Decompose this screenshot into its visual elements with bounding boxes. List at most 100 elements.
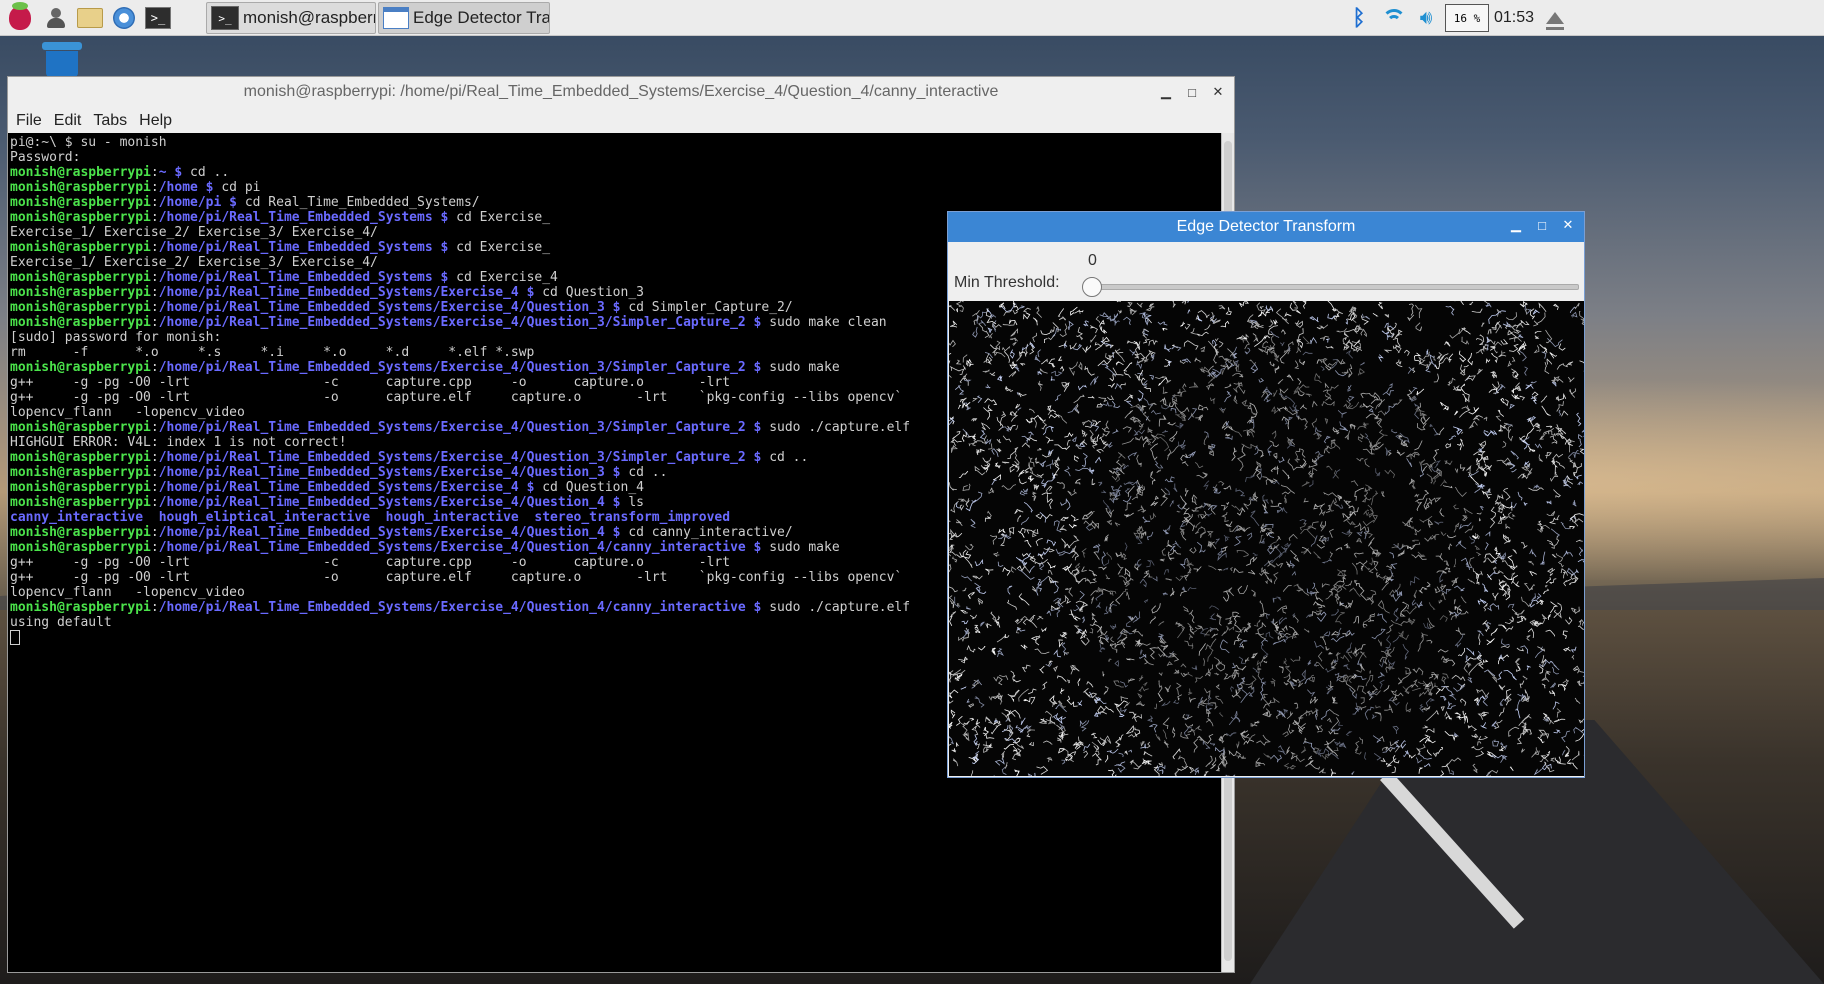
prompt-user: monish@raspberrypi: [10, 300, 151, 315]
prompt-path: /home/pi/Real_Time_Embedded_Systems/Exer…: [158, 450, 770, 465]
output-text: g++ -g -pg -O0 -lrt -c capture.cpp -o ca…: [10, 555, 731, 570]
prompt-path: /home/pi/Real_Time_Embedded_Systems/Exer…: [158, 465, 629, 480]
prompt-user: monish@raspberrypi: [10, 480, 151, 495]
threshold-slider[interactable]: [1082, 277, 1579, 297]
output-text: Exercise_1/ Exercise_2/ Exercise_3/ Exer…: [10, 255, 378, 270]
prompt-user: monish@raspberrypi: [10, 180, 151, 195]
prompt-path: /home/pi/Real_Time_Embedded_Systems/Exer…: [158, 420, 770, 435]
menu-help[interactable]: Help: [139, 112, 172, 130]
terminal-line: Password:: [10, 150, 1220, 165]
user-icon: [45, 8, 67, 28]
trash-bin: [46, 51, 78, 77]
output-text: lopencv_flann -lopencv_video: [10, 585, 245, 600]
trash-desktop-icon[interactable]: [42, 42, 82, 77]
prompt-user: monish@raspberrypi: [10, 495, 151, 510]
command-text: cd ..: [190, 165, 230, 180]
taskbar-task-edge-detector[interactable]: Edge Detector Transf...: [378, 2, 550, 34]
window-icon: [383, 7, 409, 29]
close-icon[interactable]: ✕: [1560, 217, 1576, 233]
bluetooth-icon: ᛒ: [1352, 5, 1366, 30]
threshold-label: Min Threshold:: [954, 274, 1060, 291]
window-title[interactable]: monish@raspberrypi: /home/pi/Real_Time_E…: [8, 77, 1234, 107]
bluetooth-button[interactable]: ᛒ: [1348, 0, 1370, 36]
terminal-icon: >_: [145, 7, 171, 29]
window-controls: ▁ □ ✕: [1508, 217, 1576, 233]
output-text: [sudo] password for monish:: [10, 330, 222, 345]
edge-detection-output-image: [949, 301, 1584, 776]
command-text: sudo make: [769, 360, 840, 375]
file-manager-launcher[interactable]: [76, 4, 104, 32]
command-text: sudo ./capture.elf: [769, 420, 911, 435]
command-text: cd canny_interactive/: [628, 525, 793, 540]
terminal-icon: >_: [211, 6, 239, 30]
output-text: pi@:~\ $ su - monish: [10, 135, 167, 150]
user-launcher[interactable]: [42, 4, 70, 32]
wifi-button[interactable]: [1378, 0, 1410, 36]
output-text: lopencv_flann -lopencv_video: [10, 405, 245, 420]
command-text: sudo ./capture.elf: [769, 600, 911, 615]
command-text: cd Question_4: [542, 480, 644, 495]
prompt-path: /home/pi/Real_Time_Embedded_Systems/Exer…: [158, 540, 770, 555]
raspberry-pi-icon: [9, 2, 31, 30]
terminal-line: pi@:~\ $ su - monish: [10, 135, 1220, 150]
command-text: ls: [628, 495, 644, 510]
output-text: Password:: [10, 150, 81, 165]
taskbar: >_ >_ monish@raspberrypi:... Edge Detect…: [0, 0, 1824, 36]
output-text: Exercise_1/ Exercise_2/ Exercise_3/ Exer…: [10, 225, 378, 240]
prompt-user: monish@raspberrypi: [10, 240, 151, 255]
command-text: cd Real_Time_Embedded_Systems/: [244, 195, 480, 210]
prompt-path: /home/pi/Real_Time_Embedded_Systems/Exer…: [158, 600, 770, 615]
window-title[interactable]: Edge Detector Transform: [948, 212, 1584, 242]
menu-tabs[interactable]: Tabs: [93, 112, 127, 130]
terminal-launcher[interactable]: >_: [144, 4, 172, 32]
terminal-line: monish@raspberrypi:/home $ cd pi: [10, 180, 261, 195]
command-text: sudo make clean: [769, 315, 887, 330]
prompt-path: /home/pi/Real_Time_Embedded_Systems/Exer…: [158, 285, 543, 300]
prompt-path: /home/pi/Real_Time_Embedded_Systems/Exer…: [158, 360, 770, 375]
raspberry-menu-button[interactable]: [6, 2, 34, 32]
eject-button[interactable]: [1540, 0, 1570, 36]
prompt-path: /home/pi/Real_Time_Embedded_Systems/Exer…: [158, 300, 629, 315]
prompt-user: monish@raspberrypi: [10, 165, 151, 180]
window-controls: ▁ □ ✕: [1158, 81, 1226, 103]
prompt-user: monish@raspberrypi: [10, 315, 151, 330]
clock-time: 01:53: [1493, 9, 1535, 26]
browser-icon: [113, 7, 135, 29]
prompt-path: /home/pi/Real_Time_Embedded_Systems/Exer…: [158, 525, 629, 540]
output-text: g++ -g -pg -O0 -lrt -o capture.elf captu…: [10, 390, 903, 405]
command-text: sudo make: [769, 540, 840, 555]
minimize-icon[interactable]: ▁: [1508, 217, 1524, 233]
clock[interactable]: 01:53: [1492, 0, 1536, 36]
ls-output: canny_interactive hough_eliptical_intera…: [10, 510, 731, 525]
menu-edit[interactable]: Edit: [54, 112, 82, 130]
cpu-usage-readout: 16 %: [1445, 4, 1489, 32]
terminal-line: monish@raspberrypi:~ $ cd ..: [10, 165, 230, 180]
prompt-user: monish@raspberrypi: [10, 465, 151, 480]
wifi-icon: [1381, 7, 1407, 29]
taskbar-task-label: Edge Detector Transf...: [413, 8, 549, 27]
canny-edge-pattern: [949, 301, 1584, 776]
prompt-user: monish@raspberrypi: [10, 285, 151, 300]
close-icon[interactable]: ✕: [1210, 84, 1226, 100]
prompt-path: /home/pi/Real_Time_Embedded_Systems/Exer…: [158, 315, 770, 330]
command-text: cd ..: [628, 465, 668, 480]
terminal-line: monish@raspberrypi:/home/pi $ cd Real_Ti…: [10, 195, 480, 210]
maximize-icon[interactable]: □: [1184, 84, 1200, 100]
command-text: cd Simpler_Capture_2/: [628, 300, 793, 315]
prompt-user: monish@raspberrypi: [10, 420, 151, 435]
volume-button[interactable]: 🔊︎: [1412, 0, 1440, 36]
minimize-icon[interactable]: ▁: [1158, 84, 1174, 100]
cpu-monitor[interactable]: 16 %: [1445, 0, 1489, 36]
prompt-path: /home/pi/Real_Time_Embedded_Systems $: [158, 210, 457, 225]
slider-handle[interactable]: [1082, 277, 1102, 297]
browser-launcher[interactable]: [110, 4, 138, 32]
maximize-icon[interactable]: □: [1534, 217, 1550, 233]
menu-file[interactable]: File: [16, 112, 42, 130]
prompt-user: monish@raspberrypi: [10, 270, 151, 285]
taskbar-task-terminal[interactable]: >_ monish@raspberrypi:...: [206, 2, 376, 34]
prompt-user: monish@raspberrypi: [10, 360, 151, 375]
command-text: cd ..: [769, 450, 809, 465]
prompt-path: /home/pi/Real_Time_Embedded_Systems/Exer…: [158, 495, 629, 510]
output-text: rm -f *.o *.s *.i *.o *.d *.elf *.swp: [10, 345, 535, 360]
prompt-user: monish@raspberrypi: [10, 525, 151, 540]
